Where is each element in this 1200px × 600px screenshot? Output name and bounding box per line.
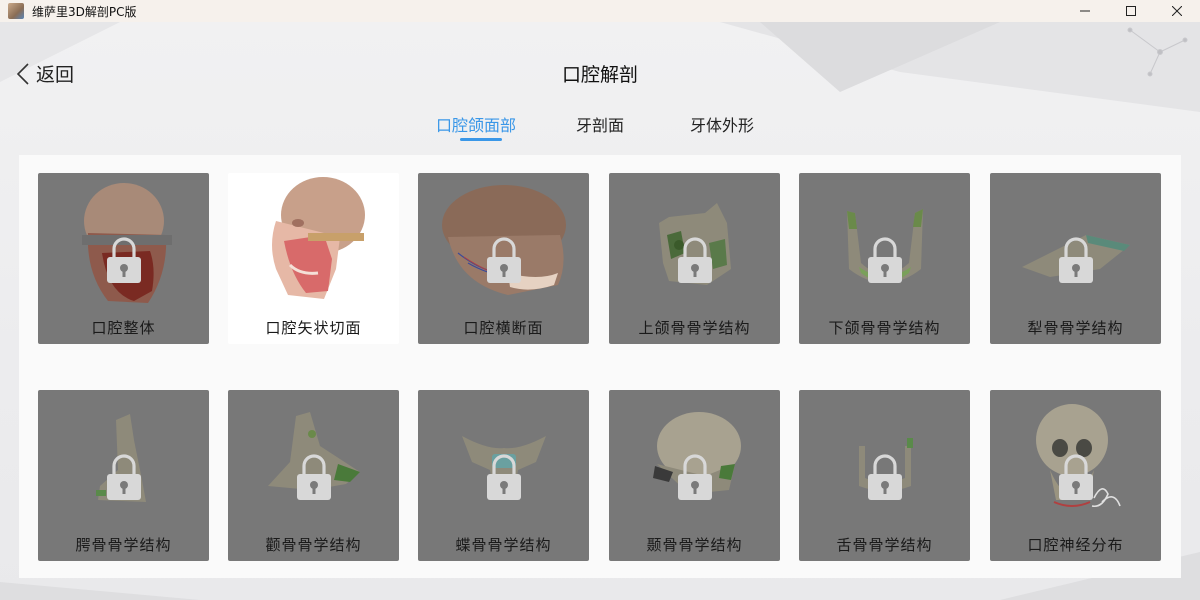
model-card-oral-nerves[interactable]: 口腔神经分布 [990,390,1161,561]
maximize-button[interactable] [1108,0,1154,22]
category-tabs: 口腔颌面部 牙剖面 牙体外形 [0,112,1200,144]
model-card-oral-cross-section[interactable]: 口腔横断面 [418,173,589,344]
window-controls [1062,0,1200,22]
app-icon [8,3,24,19]
card-label: 下颌骨骨学结构 [828,319,941,337]
model-card-hyoid[interactable]: 舌骨骨学结构 [799,390,970,561]
lock-icon [487,454,521,500]
model-card-palatine[interactable]: 腭骨骨学结构 [38,390,209,561]
lock-icon [487,237,521,283]
lock-icon [1059,454,1093,500]
card-label: 舌骨骨学结构 [836,536,933,554]
card-label: 口腔横断面 [463,319,544,337]
model-card-mandible[interactable]: 下颌骨骨学结构 [799,173,970,344]
window-title: 维萨里3D解剖PC版 [32,4,137,19]
lock-icon [868,454,902,500]
close-button[interactable] [1154,0,1200,22]
model-card-vomer[interactable]: 犁骨骨学结构 [990,173,1161,344]
card-label: 口腔整体 [91,319,156,337]
card-label: 颧骨骨学结构 [265,536,362,554]
minimize-icon [1080,10,1090,12]
card-label: 腭骨骨学结构 [75,536,172,554]
lock-icon [868,237,902,283]
model-card-zygomatic[interactable]: 颧骨骨学结构 [228,390,399,561]
app-body: 返回 口腔解剖 口腔颌面部 牙剖面 牙体外形 口腔整体 口腔矢状切面 口腔横断面… [0,22,1200,600]
card-label: 蝶骨骨学结构 [455,536,552,554]
lock-icon [107,454,141,500]
active-tab-indicator [460,138,502,141]
card-label: 口腔矢状切面 [265,319,362,337]
tab-oral-maxillofacial[interactable]: 口腔颌面部 [436,112,516,136]
model-card-sphenoid[interactable]: 蝶骨骨学结构 [418,390,589,561]
lock-icon [107,237,141,283]
model-card-oral-sagittal[interactable]: 口腔矢状切面 [228,173,399,344]
sagittal-head-model-icon [272,177,365,299]
tab-tooth-shape[interactable]: 牙体外形 [690,112,754,136]
card-label: 上颌骨骨学结构 [638,319,751,337]
lock-icon [678,237,712,283]
model-grid-panel: 口腔整体 口腔矢状切面 口腔横断面 上颌骨骨学结构 下颌骨骨学结构 犁骨骨学结构… [19,155,1181,578]
close-icon [1172,6,1182,16]
model-card-oral-whole[interactable]: 口腔整体 [38,173,209,344]
card-label: 犁骨骨学结构 [1027,319,1124,337]
lock-icon [1059,237,1093,283]
card-label: 颞骨骨学结构 [646,536,743,554]
model-card-maxilla[interactable]: 上颌骨骨学结构 [609,173,780,344]
model-card-temporal[interactable]: 颞骨骨学结构 [609,390,780,561]
lock-icon [297,454,331,500]
lock-icon [678,454,712,500]
card-label: 口腔神经分布 [1027,536,1124,554]
maximize-icon [1126,6,1136,16]
minimize-button[interactable] [1062,0,1108,22]
window-titlebar: 维萨里3D解剖PC版 [0,0,1200,22]
page-title: 口腔解剖 [561,64,638,86]
tab-tooth-section[interactable]: 牙剖面 [576,112,624,136]
